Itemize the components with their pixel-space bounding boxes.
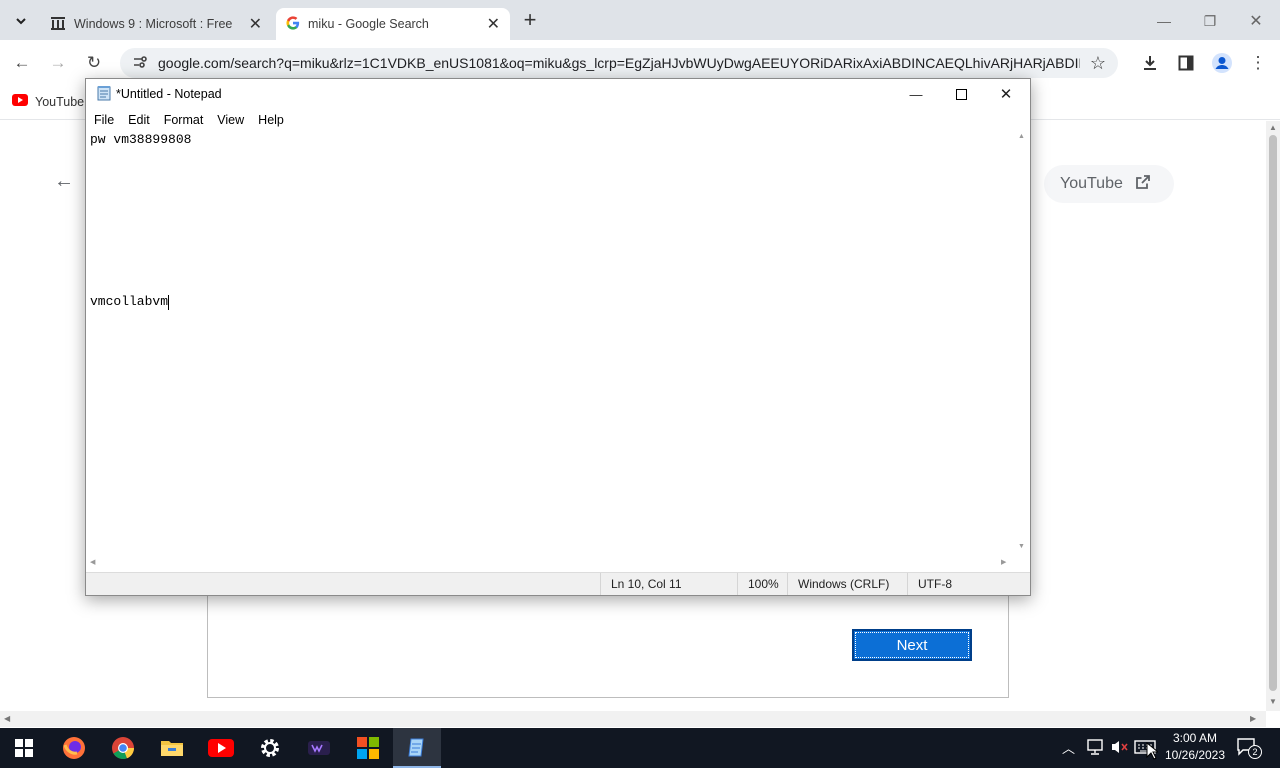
page-back-arrow-icon[interactable]: ←: [54, 170, 74, 193]
scroll-down-icon[interactable]: ▼: [1269, 697, 1277, 706]
status-line-ending: Windows (CRLF): [787, 573, 907, 595]
youtube-icon: [12, 94, 28, 109]
menu-edit[interactable]: Edit: [126, 113, 158, 127]
archive-icon: [50, 15, 66, 34]
side-panel-icon[interactable]: [1171, 48, 1201, 78]
scroll-left-icon[interactable]: ◀: [4, 714, 10, 723]
notepad-title-bar[interactable]: *Untitled - Notepad — ✕: [86, 79, 1030, 109]
minimize-browser-icon[interactable]: —: [1142, 8, 1186, 34]
profile-icon[interactable]: [1207, 48, 1237, 78]
notepad-menu-bar: File Edit Format View Help: [86, 109, 1030, 131]
scroll-thumb[interactable]: [1269, 135, 1277, 691]
clock-time: 3:00 AM: [1172, 731, 1218, 745]
menu-file[interactable]: File: [92, 113, 122, 127]
text-line: pw vm38899808: [90, 132, 192, 147]
site-settings-icon[interactable]: [132, 54, 148, 73]
notification-center-icon[interactable]: 2: [1236, 737, 1262, 760]
start-icon[interactable]: [0, 728, 48, 768]
text-line: [90, 239, 1026, 257]
status-position: Ln 10, Col 11: [600, 573, 737, 595]
address-bar[interactable]: google.com/search?q=miku&rlz=1C1VDKB_enU…: [120, 48, 1118, 78]
mouse-cursor-icon: [1146, 741, 1160, 763]
tab-title: miku - Google Search: [308, 17, 429, 31]
scroll-down-icon[interactable]: ▼: [1018, 543, 1025, 550]
notepad-icon: [96, 85, 112, 104]
maximize-icon[interactable]: [939, 79, 983, 109]
notification-count-badge: 2: [1248, 745, 1262, 759]
open-external-icon: [1135, 174, 1151, 195]
text-line: [90, 221, 1026, 239]
text-line: vmcollabvm: [90, 294, 169, 309]
menu-view[interactable]: View: [215, 113, 252, 127]
text-line: [90, 167, 1026, 185]
notepad-text-area[interactable]: pw vm38899808 vmcollabvm: [86, 131, 1030, 555]
text-line: [90, 257, 1026, 275]
bookmark-label: YouTube: [35, 94, 85, 109]
text-line: [90, 203, 1026, 221]
file-explorer-icon[interactable]: [148, 728, 196, 768]
close-icon[interactable]: ✕: [984, 79, 1028, 109]
settings-icon[interactable]: [246, 728, 294, 768]
windows-taskbar: ︿ 3:00 AM 10/26/2023 2: [0, 728, 1280, 768]
tab-search-dropdown-icon[interactable]: [6, 6, 36, 36]
new-tab-icon[interactable]: +: [515, 5, 545, 35]
scroll-right-icon[interactable]: ▶: [1001, 558, 1006, 566]
clock-date: 10/26/2023: [1164, 748, 1226, 762]
menu-help[interactable]: Help: [256, 113, 292, 127]
tab-windows9[interactable]: Windows 9 : Microsoft : Free D ✕: [40, 8, 272, 40]
text-line: [90, 275, 1026, 293]
page-horizontal-scrollbar[interactable]: ◀ ▶: [0, 711, 1266, 727]
bookmark-star-icon[interactable]: ☆: [1090, 53, 1106, 74]
youtube-icon[interactable]: [197, 728, 245, 768]
notepad-window: *Untitled - Notepad — ✕ File Edit Format…: [85, 78, 1031, 596]
tab-title: Windows 9 : Microsoft : Free D: [74, 17, 235, 31]
store-icon[interactable]: [344, 728, 392, 768]
restore-browser-icon[interactable]: ❐: [1188, 8, 1232, 34]
reload-icon[interactable]: ↻: [79, 48, 109, 78]
network-icon[interactable]: [1086, 739, 1104, 758]
text-line: [90, 149, 1026, 167]
bookmark-youtube[interactable]: YouTube: [12, 94, 84, 109]
back-icon[interactable]: ←: [7, 48, 37, 78]
forward-icon[interactable]: →: [43, 48, 73, 78]
status-zoom: 100%: [737, 573, 787, 595]
google-icon: [286, 15, 300, 33]
collabvm-icon[interactable]: [295, 728, 343, 768]
tab-google-search[interactable]: miku - Google Search ✕: [276, 8, 510, 40]
show-hidden-icons-icon[interactable]: ︿: [1062, 738, 1075, 757]
notepad-taskbar-icon[interactable]: [393, 728, 441, 768]
notepad-vertical-scrollbar[interactable]: ▲ ▼: [1014, 131, 1030, 555]
chrome-icon[interactable]: [99, 728, 147, 768]
youtube-link-chip[interactable]: YouTube: [1044, 165, 1174, 203]
text-line: [90, 185, 1026, 203]
close-browser-icon[interactable]: ✕: [1234, 8, 1278, 34]
close-tab-icon[interactable]: ✕: [487, 14, 500, 34]
scroll-up-icon[interactable]: ▲: [1018, 133, 1025, 140]
menu-format[interactable]: Format: [162, 113, 212, 127]
close-tab-icon[interactable]: ✕: [249, 14, 262, 34]
notepad-title: *Untitled - Notepad: [116, 87, 222, 101]
status-encoding: UTF-8: [907, 573, 1030, 595]
menu-kebab-icon[interactable]: ⋮: [1243, 48, 1273, 78]
scroll-right-icon[interactable]: ▶: [1250, 714, 1256, 723]
url-text[interactable]: google.com/search?q=miku&rlz=1C1VDKB_enU…: [158, 55, 1080, 71]
minimize-icon[interactable]: —: [894, 79, 938, 109]
scroll-up-icon[interactable]: ▲: [1269, 123, 1277, 132]
page-vertical-scrollbar[interactable]: ▲ ▼: [1266, 121, 1280, 711]
taskbar-clock[interactable]: 3:00 AM 10/26/2023: [1160, 730, 1230, 768]
youtube-chip-label: YouTube: [1060, 175, 1123, 192]
download-icon[interactable]: [1135, 48, 1165, 78]
firefox-icon[interactable]: [50, 728, 98, 768]
text-caret: [168, 294, 170, 310]
volume-muted-icon[interactable]: [1110, 739, 1130, 758]
browser-tab-bar: Windows 9 : Microsoft : Free D ✕ miku - …: [0, 0, 1280, 40]
next-button[interactable]: Next: [852, 629, 972, 661]
notepad-horizontal-scrollbar[interactable]: ◀ ▶: [86, 555, 1014, 572]
notepad-status-bar: Ln 10, Col 11 100% Windows (CRLF) UTF-8: [86, 572, 1030, 595]
scroll-left-icon[interactable]: ◀: [90, 558, 95, 566]
